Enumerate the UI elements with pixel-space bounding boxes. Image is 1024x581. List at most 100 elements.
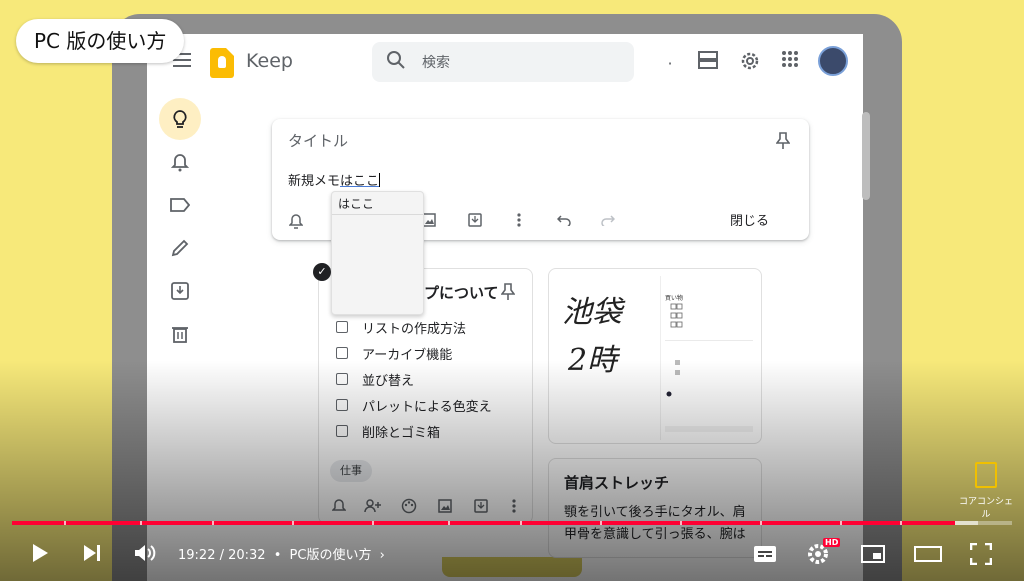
note-title: プについて bbox=[424, 284, 499, 302]
chapter-marker bbox=[292, 521, 294, 525]
checkbox[interactable] bbox=[336, 399, 348, 411]
settings-icon[interactable]: HD bbox=[803, 538, 841, 568]
image-icon[interactable] bbox=[434, 495, 456, 517]
list-item-text: アーカイブ機能 bbox=[362, 347, 453, 363]
handwriting-line-1: 池袋 bbox=[562, 295, 626, 330]
laptop-hinge bbox=[442, 557, 582, 577]
list-item[interactable]: アーカイブ機能 bbox=[336, 345, 453, 363]
next-icon[interactable] bbox=[78, 540, 106, 566]
watermark-text: コアコンシェル bbox=[958, 497, 1013, 520]
chevron-right-icon[interactable]: › bbox=[380, 548, 385, 563]
text-caret bbox=[379, 173, 381, 187]
chapter-marker bbox=[372, 521, 374, 525]
time-display: 19:22 / 20:32 • PC版の使い方 › bbox=[178, 544, 385, 563]
chapter-marker bbox=[64, 521, 66, 525]
label-icon bbox=[170, 198, 190, 212]
checkbox[interactable] bbox=[336, 425, 348, 437]
list-item[interactable]: リストの作成方法 bbox=[336, 319, 467, 337]
sidebar-item-archive[interactable] bbox=[159, 270, 201, 312]
pin-icon[interactable] bbox=[772, 130, 794, 152]
bell-icon bbox=[171, 154, 189, 172]
settings-icon[interactable] bbox=[738, 50, 762, 74]
archive-icon bbox=[171, 282, 189, 300]
bulb-icon bbox=[173, 110, 187, 128]
close-button[interactable]: 閉じる bbox=[730, 210, 769, 229]
keep-logo-bulb bbox=[218, 56, 226, 68]
miniplayer-icon[interactable] bbox=[858, 542, 888, 566]
reminder-icon[interactable] bbox=[328, 495, 350, 517]
note-title: 首肩ストレッチ bbox=[564, 474, 670, 492]
list-item-text: パレットによる色変え bbox=[362, 399, 492, 415]
hd-badge: HD bbox=[823, 538, 841, 547]
chapter-marker bbox=[600, 521, 602, 525]
list-item[interactable]: 並び替え bbox=[336, 371, 415, 389]
chapter-marker bbox=[900, 521, 902, 525]
redo-icon[interactable] bbox=[597, 209, 619, 231]
sidebar-item-labels[interactable] bbox=[159, 184, 201, 226]
ime-candidate[interactable]: はここ bbox=[338, 195, 374, 212]
app-name: Keep bbox=[246, 50, 293, 72]
video-title-chip: PC 版の使い方 bbox=[16, 19, 185, 63]
select-check-icon[interactable]: ✓ bbox=[313, 263, 331, 281]
archive-icon[interactable] bbox=[464, 209, 486, 231]
checkbox[interactable] bbox=[336, 321, 348, 333]
search-bar[interactable] bbox=[372, 42, 634, 82]
archive-icon[interactable] bbox=[470, 495, 492, 517]
chapter-marker bbox=[448, 521, 450, 525]
ime-divider bbox=[332, 214, 423, 215]
list-item-text: 削除とゴミ箱 bbox=[362, 425, 441, 441]
list-item-text: リストの作成方法 bbox=[362, 321, 467, 337]
volume-icon[interactable] bbox=[130, 540, 160, 566]
avatar[interactable] bbox=[818, 46, 848, 76]
more-icon[interactable] bbox=[508, 209, 530, 231]
list-item[interactable]: 削除とゴミ箱 bbox=[336, 423, 441, 441]
sidebar-item-edit-labels[interactable] bbox=[159, 227, 201, 269]
search-placeholder: 検索 bbox=[422, 55, 450, 71]
collaborator-icon[interactable] bbox=[362, 495, 384, 517]
sidebar-item-reminders[interactable] bbox=[159, 141, 201, 183]
pencil-icon bbox=[171, 239, 189, 257]
chapter-title[interactable]: PC版の使い方 bbox=[290, 548, 372, 563]
chapter-marker bbox=[680, 521, 682, 525]
watermark-logo-icon bbox=[975, 462, 997, 488]
list-item-text: 並び替え bbox=[362, 373, 415, 389]
sidebar-item-notes[interactable] bbox=[159, 98, 201, 140]
header-dot: · bbox=[667, 54, 673, 73]
list-view-icon[interactable] bbox=[696, 50, 720, 74]
sidebar-item-trash[interactable] bbox=[159, 313, 201, 355]
scrollbar[interactable] bbox=[862, 112, 870, 200]
undo-icon[interactable] bbox=[553, 209, 575, 231]
composer-ime-text: はここ bbox=[340, 174, 380, 189]
chapter-marker bbox=[520, 521, 522, 525]
checkbox[interactable] bbox=[336, 347, 348, 359]
checkbox[interactable] bbox=[336, 373, 348, 385]
palette-icon[interactable] bbox=[398, 495, 420, 517]
fullscreen-icon[interactable] bbox=[967, 540, 995, 568]
phone-screenshot: 買い物 bbox=[660, 276, 756, 440]
list-item[interactable]: パレットによる色変え bbox=[336, 397, 492, 415]
separator-dot: • bbox=[273, 548, 282, 563]
composer-body-text: 新規メモ bbox=[288, 174, 341, 189]
theater-icon[interactable] bbox=[912, 542, 944, 566]
chapter-marker bbox=[840, 521, 842, 525]
pin-icon[interactable] bbox=[497, 281, 519, 303]
handwriting-image: 池袋 2時 bbox=[556, 276, 654, 436]
subtitles-icon[interactable] bbox=[751, 542, 779, 566]
ime-candidate-popup: はここ bbox=[331, 191, 424, 315]
search-icon[interactable] bbox=[386, 50, 406, 72]
trash-icon bbox=[172, 327, 188, 343]
channel-watermark: コアコンシェル bbox=[958, 462, 1014, 520]
play-icon[interactable] bbox=[26, 540, 54, 566]
apps-icon[interactable] bbox=[778, 50, 802, 74]
chapter-marker bbox=[212, 521, 214, 525]
chapter-marker bbox=[140, 521, 142, 525]
label-chip[interactable]: 仕事 bbox=[330, 460, 372, 482]
reminder-icon[interactable] bbox=[285, 210, 307, 232]
composer-body-input[interactable]: 新規メモはここ bbox=[288, 170, 381, 189]
time-text: 19:22 / 20:32 bbox=[178, 548, 266, 563]
chapter-marker bbox=[760, 521, 762, 525]
chapter-markers bbox=[64, 521, 902, 525]
phone-list-title: 買い物 bbox=[665, 294, 683, 302]
composer-title-input[interactable]: タイトル bbox=[288, 130, 348, 151]
more-icon[interactable] bbox=[503, 495, 525, 517]
